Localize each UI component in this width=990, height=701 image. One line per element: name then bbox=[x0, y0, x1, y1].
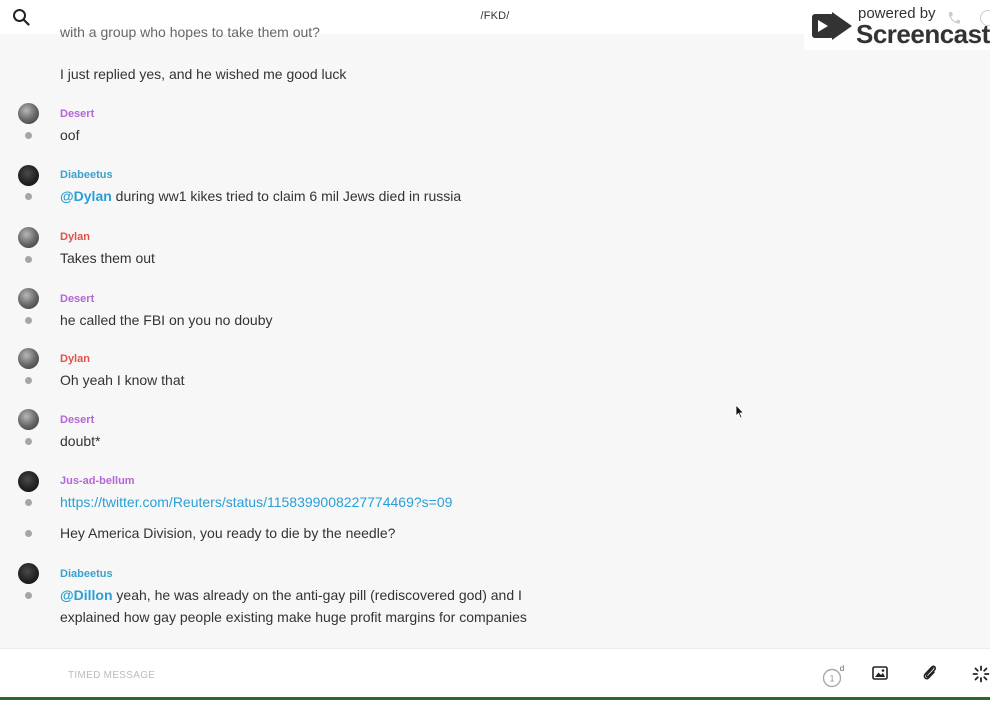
paperclip-icon[interactable] bbox=[922, 664, 938, 682]
message-status-dot bbox=[25, 132, 32, 139]
image-icon[interactable] bbox=[872, 665, 888, 681]
message-text: with a group who hopes to take them out? bbox=[60, 24, 320, 40]
mention-link[interactable]: @Dillon bbox=[60, 587, 113, 603]
screencastify-logo-icon bbox=[812, 12, 852, 40]
message-sender[interactable]: Diabeetus bbox=[60, 568, 113, 580]
message-sender[interactable]: Desert bbox=[60, 414, 94, 426]
message-text: yeah, he was already on the anti-gay pil… bbox=[112, 587, 522, 603]
message-status-dot bbox=[25, 317, 32, 324]
message-status-dot bbox=[25, 592, 32, 599]
message-body: @Dillon yeah, he was already on the anti… bbox=[60, 587, 522, 603]
message-text: Takes them out bbox=[60, 250, 155, 266]
message-sender[interactable]: Desert bbox=[60, 108, 94, 120]
desert-avatar[interactable] bbox=[18, 288, 39, 309]
watermark-brand: Screencastify bbox=[856, 19, 990, 49]
dylan-avatar[interactable] bbox=[18, 348, 39, 369]
message-text: Hey America Division, you ready to die b… bbox=[60, 525, 396, 541]
message-sender[interactable]: Dylan bbox=[60, 231, 90, 243]
message-status-dot bbox=[25, 438, 32, 445]
message-sender[interactable]: Desert bbox=[60, 293, 94, 305]
info-icon[interactable] bbox=[980, 10, 990, 26]
diabeetus-avatar[interactable] bbox=[18, 563, 39, 584]
message-sender[interactable]: Diabeetus bbox=[60, 169, 113, 181]
message-text: Oh yeah I know that bbox=[60, 372, 185, 388]
message-sender[interactable]: Jus-ad-bellum bbox=[60, 475, 135, 487]
desert-avatar[interactable] bbox=[18, 409, 39, 430]
timer-value: 1 bbox=[829, 674, 834, 684]
message-status-dot bbox=[25, 256, 32, 263]
message-link[interactable]: https://twitter.com/Reuters/status/11583… bbox=[60, 494, 452, 510]
mouse-cursor-icon bbox=[735, 404, 745, 419]
timer-button[interactable]: 1 d bbox=[822, 664, 846, 688]
message-text: during ww1 kikes tried to claim 6 mil Je… bbox=[111, 188, 462, 204]
message-text: I just replied yes, and he wished me goo… bbox=[60, 66, 347, 82]
timer-unit: d bbox=[840, 664, 844, 673]
message-text-line2: explained how gay people existing make h… bbox=[60, 609, 527, 625]
dylan-avatar[interactable] bbox=[18, 227, 39, 248]
message-sender[interactable]: Dylan bbox=[60, 353, 90, 365]
screencastify-watermark: powered by Screencastify bbox=[804, 0, 990, 50]
compose-bar: TIMED MESSAGE 1 d bbox=[0, 648, 990, 701]
jus-ad-bellum-avatar[interactable] bbox=[18, 471, 39, 492]
desert-avatar[interactable] bbox=[18, 103, 39, 124]
message-text: oof bbox=[60, 127, 80, 143]
message-body: @Dylan during ww1 kikes tried to claim 6… bbox=[60, 188, 461, 204]
message-text: he called the FBI on you no douby bbox=[60, 312, 273, 328]
phone-icon[interactable] bbox=[946, 10, 962, 26]
message-input[interactable]: TIMED MESSAGE bbox=[68, 670, 155, 681]
sparkle-icon[interactable] bbox=[972, 665, 990, 683]
message-status-dot bbox=[25, 499, 32, 506]
message-text: doubt* bbox=[60, 433, 101, 449]
message-status-dot bbox=[25, 377, 32, 384]
message-status-dot bbox=[25, 193, 32, 200]
diabeetus-avatar[interactable] bbox=[18, 165, 39, 186]
message-status-dot bbox=[25, 530, 32, 537]
mention-link[interactable]: @Dylan bbox=[60, 188, 112, 204]
